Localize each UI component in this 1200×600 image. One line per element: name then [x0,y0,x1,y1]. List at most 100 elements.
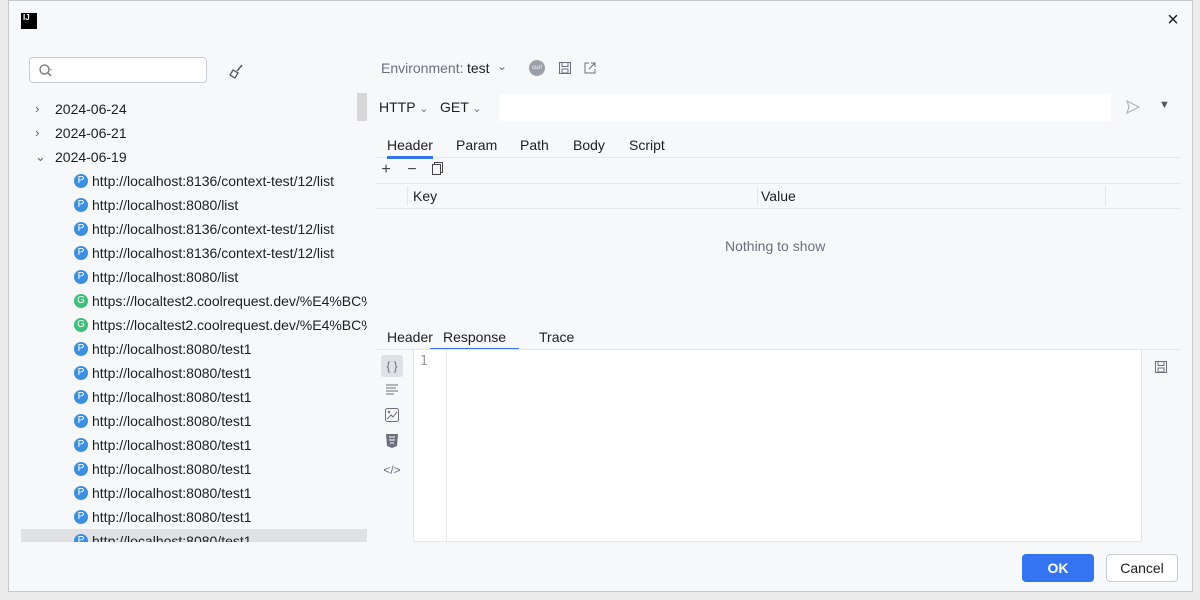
copy-icon[interactable] [429,161,447,179]
protocol-select[interactable]: HTTP ⌄ [379,99,428,115]
close-icon[interactable]: × [1162,9,1184,31]
request-url-label: http://localhost:8080/test1 [92,461,252,477]
request-url-label: http://localhost:8080/list [92,269,239,285]
chevron-down-icon: ⌄ [419,103,429,115]
column-divider [1105,186,1106,206]
tree-request-item[interactable]: Ghttps://localtest2.coolrequest.dev/%E4%… [21,313,367,337]
request-type-badge: P [74,534,88,542]
tree-request-item[interactable]: Phttp://localhost:8080/test1 [21,409,367,433]
tree-request-item[interactable]: Ghttps://localtest2.coolrequest.dev/%E4%… [21,289,367,313]
save-icon[interactable] [557,60,573,76]
text-view-icon[interactable] [381,381,403,403]
xml-view-icon[interactable]: </> [381,459,403,481]
request-url-label: http://localhost:8080/test1 [92,341,252,357]
request-type-badge: P [74,438,88,452]
request-type-badge: P [74,174,88,188]
environment-select[interactable]: test [467,60,490,76]
tab-trace[interactable]: Trace [539,329,574,345]
request-url-label: https://localtest2.coolrequest.dev/%E4%B… [92,293,367,309]
tab-response-header[interactable]: Header [387,329,433,345]
response-tabs: Header Response Trace [377,323,1181,351]
request-type-badge: G [74,294,88,308]
tree-date-node[interactable]: ⌄ 2024-06-19 [21,145,367,169]
request-tabs: Header Param Path Body Script [377,131,1181,159]
request-url-label: http://localhost:8080/test1 [92,389,252,405]
tree-request-item[interactable]: Phttp://localhost:8136/context-test/12/l… [21,169,367,193]
tree-date-label: 2024-06-21 [55,125,127,141]
image-view-icon[interactable] [381,407,403,429]
tab-response[interactable]: Response [430,329,520,351]
panel-splitter[interactable] [357,93,367,121]
request-url-label: https://localtest2.coolrequest.dev/%E4%B… [92,317,367,333]
request-type-badge: P [74,246,88,260]
request-url-label: http://localhost:8080/test1 [92,485,252,501]
response-editor[interactable]: 1 [413,349,1142,542]
line-gutter: 1 [414,350,447,541]
tab-script[interactable]: Script [629,137,665,153]
tree-date-node[interactable]: › 2024-06-24 [21,97,367,121]
send-options-dropdown-icon[interactable]: ▼ [1159,99,1170,111]
history-tree: › 2024-06-24 › 2024-06-21 ⌄ 2024-06-19 Phttp:/… [21,97,367,542]
tree-request-item[interactable]: Phttp://localhost:8080/list [21,265,367,289]
request-type-badge: P [74,462,88,476]
clear-history-icon[interactable] [227,61,247,81]
tab-path[interactable]: Path [520,137,549,153]
tree-request-item[interactable]: Phttp://localhost:8080/test1 [21,481,367,505]
html-view-icon[interactable] [381,433,403,455]
tab-body[interactable]: Body [573,137,605,153]
curl-icon[interactable]: curl [529,60,545,76]
request-type-badge: P [74,510,88,524]
tree-request-item[interactable]: Phttp://localhost:8080/test1 [21,337,367,361]
tree-request-item[interactable]: Phttp://localhost:8080/test1 [21,385,367,409]
request-type-badge: P [74,270,88,284]
request-url-label: http://localhost:8136/context-test/12/li… [92,245,335,261]
ok-button[interactable]: OK [1022,554,1094,582]
chevron-right-icon[interactable]: › [35,97,47,121]
column-value[interactable]: Value [761,188,796,204]
open-external-icon[interactable] [582,60,598,76]
chevron-right-icon[interactable]: › [35,121,47,145]
column-key[interactable]: Key [413,188,437,204]
tree-request-item[interactable]: Phttp://localhost:8136/context-test/12/l… [21,217,367,241]
column-divider [757,186,758,206]
json-view-icon[interactable]: { } [381,355,403,377]
remove-icon[interactable]: − [403,161,421,179]
tree-request-item[interactable]: Phttp://localhost:8136/context-test/12/l… [21,241,367,265]
save-response-icon[interactable] [1153,359,1169,375]
tab-param[interactable]: Param [456,137,497,153]
method-select[interactable]: GET ⌄ [440,99,482,115]
request-url-label: http://localhost:8080/list [92,197,239,213]
tree-date-label: 2024-06-19 [55,149,127,165]
add-icon[interactable]: + [377,161,395,179]
header-table-head: Key Value [377,183,1181,209]
request-url-label: http://localhost:8136/context-test/12/li… [92,173,335,189]
chevron-down-icon[interactable]: ⌄ [35,145,47,169]
tree-request-item[interactable]: Phttp://localhost:8080/list [21,193,367,217]
send-icon[interactable] [1125,99,1141,118]
search-input[interactable] [29,57,207,83]
cancel-button[interactable]: Cancel [1106,554,1178,582]
request-type-badge: P [74,366,88,380]
line-number: 1 [420,354,428,369]
column-divider [407,186,408,206]
tree-request-item[interactable]: Phttp://localhost:8080/test1 [21,457,367,481]
tree-request-item[interactable]: Phttp://localhost:8080/test1 [21,505,367,529]
request-type-badge: P [74,342,88,356]
tab-header[interactable]: Header [387,137,433,159]
request-type-badge: P [74,222,88,236]
url-input[interactable] [499,94,1111,121]
request-type-badge: P [74,198,88,212]
request-type-badge: G [74,318,88,332]
chevron-down-icon[interactable]: ⌄ [497,59,507,73]
empty-state-text: Nothing to show [725,238,826,254]
request-url-label: http://localhost:8080/test1 [92,533,252,542]
tree-request-item[interactable]: Phttp://localhost:8080/test1 [21,433,367,457]
tree-request-item[interactable]: Phttp://localhost:8080/test1 [21,361,367,385]
request-type-badge: P [74,486,88,500]
tree-date-label: 2024-06-24 [55,101,127,117]
request-type-badge: P [74,414,88,428]
environment-label: Environment: [381,60,464,76]
tree-request-item[interactable]: Phttp://localhost:8080/test1 [21,529,367,542]
request-type-badge: P [74,390,88,404]
tree-date-node[interactable]: › 2024-06-21 [21,121,367,145]
